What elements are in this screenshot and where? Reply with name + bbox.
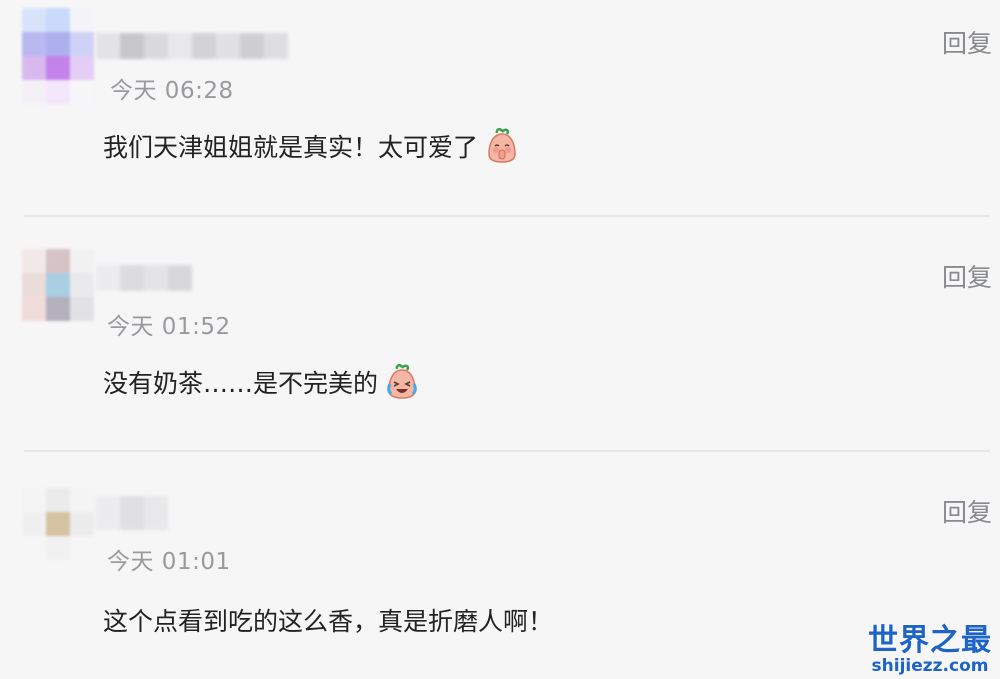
avatar[interactable] bbox=[22, 488, 94, 584]
comment-item-3: 今天 01:01 回复 这个点看到吃的这么香，真是折磨人啊！ bbox=[0, 452, 1000, 679]
username-blurred[interactable] bbox=[96, 265, 192, 291]
watermark-title: 世界之最 bbox=[868, 623, 992, 658]
crying-laughing-radish-emoji bbox=[387, 364, 417, 399]
username-blurred[interactable] bbox=[96, 496, 168, 530]
avatar[interactable] bbox=[22, 8, 94, 104]
comment-text-body: 这个点看到吃的这么香，真是折磨人啊！ bbox=[103, 607, 554, 636]
comment-timestamp: 今天 01:52 bbox=[107, 314, 231, 340]
comment-text: 我们天津姐姐就是真实！太可爱了 bbox=[103, 128, 520, 164]
comment-text-body: 没有奶茶……是不完美的 bbox=[103, 369, 379, 398]
comment-text: 这个点看到吃的这么香，真是折磨人啊！ bbox=[103, 602, 553, 638]
avatar[interactable] bbox=[22, 249, 94, 345]
comment-timestamp: 今天 01:01 bbox=[107, 549, 231, 575]
username-blurred[interactable] bbox=[96, 33, 288, 59]
comment-item-1: 今天 06:28 回复 我们天津姐姐就是真实！太可爱了 bbox=[0, 0, 1000, 216]
site-watermark: 世界之最 shijiezz.com bbox=[868, 623, 992, 676]
reply-button[interactable]: 回复 bbox=[942, 258, 992, 294]
shy-radish-emoji bbox=[488, 128, 516, 163]
watermark-url: shijiezz.com bbox=[871, 656, 989, 676]
reply-button[interactable]: 回复 bbox=[942, 24, 992, 60]
reply-button[interactable]: 回复 bbox=[942, 493, 992, 529]
comment-text-body: 我们天津姐姐就是真实！太可爱了 bbox=[103, 133, 479, 162]
comment-item-2: 今天 01:52 回复 没有奶茶……是不完美的 bbox=[0, 217, 1000, 451]
comment-timestamp: 今天 06:28 bbox=[110, 78, 234, 104]
comment-text: 没有奶茶……是不完美的 bbox=[103, 364, 420, 400]
